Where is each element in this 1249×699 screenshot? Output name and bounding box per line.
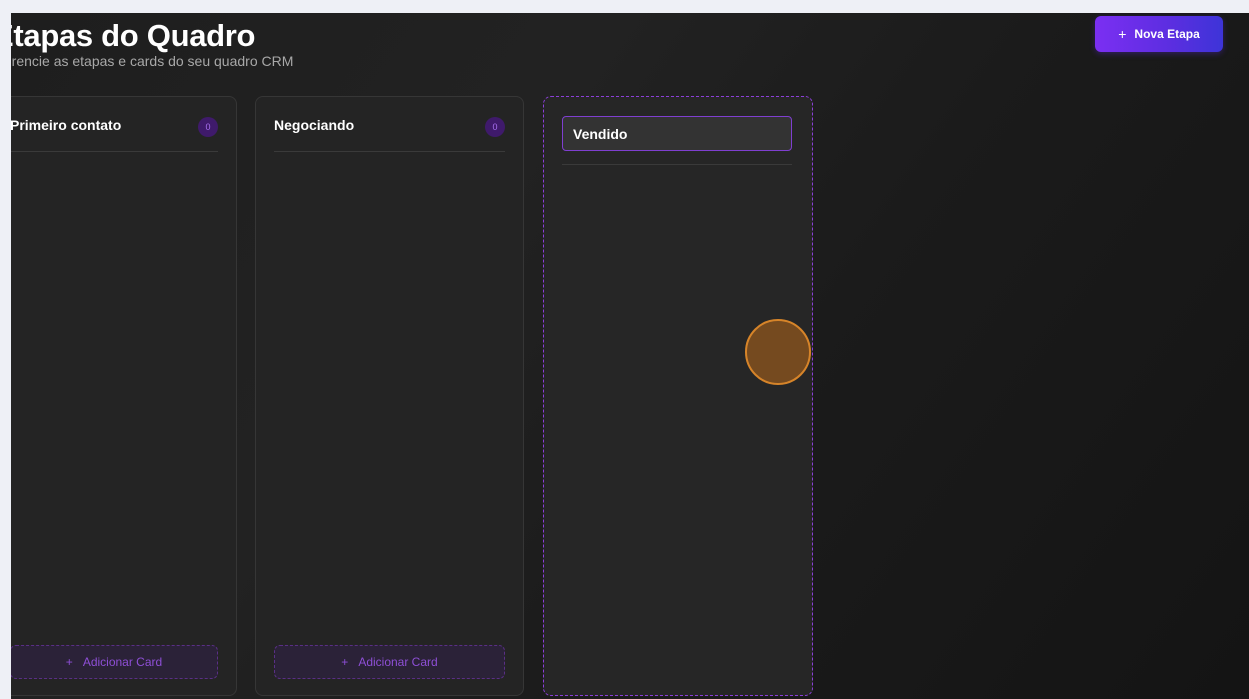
- plus-icon: +: [341, 655, 349, 669]
- new-stage-button-label: Nova Etapa: [1134, 27, 1200, 41]
- stage-header: Primeiro contato 0: [11, 117, 218, 152]
- stage-title[interactable]: Primeiro contato: [11, 117, 121, 133]
- new-stage-button[interactable]: + Nova Etapa: [1095, 16, 1223, 52]
- app-window: Etapas do Quadro Gerencie as etapas e ca…: [11, 13, 1249, 699]
- page-subtitle: Gerencie as etapas e cards do seu quadro…: [11, 53, 294, 69]
- stage-divider: [562, 164, 792, 165]
- card-count-badge: 0: [485, 117, 505, 137]
- page-title: Etapas do Quadro: [11, 18, 256, 53]
- plus-icon: +: [1118, 26, 1127, 42]
- add-card-label: Adicionar Card: [82, 655, 163, 669]
- add-card-label: Adicionar Card: [358, 655, 438, 669]
- stage-name-input[interactable]: [562, 116, 792, 151]
- add-card-button[interactable]: + Adicionar Card: [11, 645, 218, 679]
- card-count-badge: 0: [198, 117, 218, 137]
- stage-column-vendido-editing[interactable]: [543, 96, 813, 696]
- add-card-button[interactable]: + Adicionar Card: [274, 645, 505, 679]
- stage-column-primeiro-contato[interactable]: Primeiro contato 0 + Adicionar Card: [11, 96, 237, 696]
- stage-column-negociando[interactable]: Negociando 0 + Adicionar Card: [255, 96, 524, 696]
- plus-icon: +: [65, 655, 73, 669]
- stage-title[interactable]: Negociando: [274, 117, 354, 133]
- stage-header: Negociando 0: [274, 117, 505, 152]
